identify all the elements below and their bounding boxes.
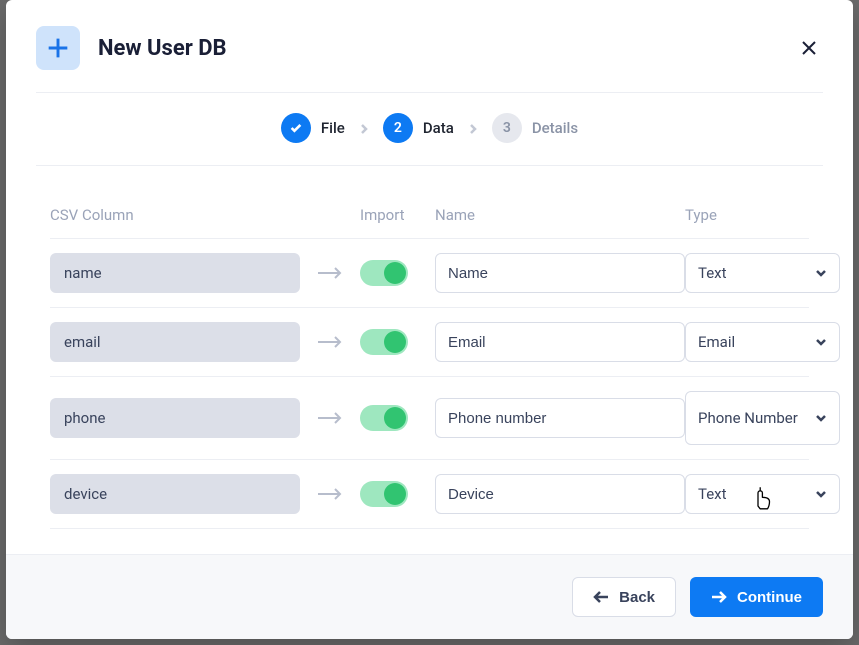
modal: New User DB File 2 Data 3 Details CSV Co… [6, 0, 853, 639]
name-input[interactable] [435, 253, 685, 293]
step-file[interactable]: File [281, 113, 345, 143]
arrow-right-icon [300, 335, 360, 349]
csv-column-chip: device [50, 474, 300, 514]
name-input[interactable] [435, 474, 685, 514]
type-select[interactable]: Email [685, 322, 840, 362]
back-button[interactable]: Back [572, 577, 676, 617]
arrow-right-icon [300, 487, 360, 501]
chevron-right-icon [468, 119, 478, 138]
arrow-left-icon [593, 591, 609, 603]
csv-column-chip: email [50, 322, 300, 362]
check-icon [281, 113, 311, 143]
type-select[interactable]: Text [685, 474, 840, 514]
arrow-right-icon [300, 411, 360, 425]
name-input[interactable] [435, 322, 685, 362]
step-number: 3 [492, 113, 522, 143]
import-toggle[interactable] [360, 260, 408, 286]
mapping-row: device Text [50, 459, 809, 529]
step-number: 2 [383, 113, 413, 143]
chevron-down-icon [815, 412, 827, 424]
step-label: Details [532, 119, 578, 137]
type-select[interactable]: Phone Number [685, 391, 840, 445]
close-icon [801, 40, 817, 56]
arrow-right-icon [711, 591, 727, 603]
arrow-right-icon [300, 266, 360, 280]
step-label: File [321, 119, 345, 137]
step-data[interactable]: 2 Data [383, 113, 454, 143]
step-label: Data [423, 119, 454, 137]
chevron-right-icon [359, 119, 369, 138]
chevron-down-icon [815, 336, 827, 348]
plus-icon [36, 26, 80, 70]
header-type: Type [685, 206, 840, 224]
csv-column-chip: name [50, 253, 300, 293]
continue-button[interactable]: Continue [690, 577, 823, 617]
mapping-row: name Text [50, 238, 809, 307]
stepper: File 2 Data 3 Details [6, 93, 853, 165]
content-area: CSV Column Import Name Type name Text em… [6, 166, 853, 554]
header-csv: CSV Column [50, 206, 300, 224]
column-headers: CSV Column Import Name Type [50, 166, 809, 238]
name-input[interactable] [435, 398, 685, 438]
import-toggle[interactable] [360, 481, 408, 507]
header-import: Import [360, 206, 435, 224]
type-select[interactable]: Text [685, 253, 840, 293]
import-toggle[interactable] [360, 405, 408, 431]
header-name: Name [435, 206, 685, 224]
chevron-down-icon [815, 488, 827, 500]
csv-column-chip: phone [50, 398, 300, 438]
mapping-row: email Email [50, 307, 809, 376]
chevron-down-icon [815, 267, 827, 279]
modal-header: New User DB [6, 0, 853, 92]
import-toggle[interactable] [360, 329, 408, 355]
modal-title: New User DB [98, 36, 227, 61]
step-details[interactable]: 3 Details [492, 113, 578, 143]
mapping-row: phone Phone Number [50, 376, 809, 459]
modal-footer: Back Continue [6, 554, 853, 639]
close-button[interactable] [795, 34, 823, 62]
